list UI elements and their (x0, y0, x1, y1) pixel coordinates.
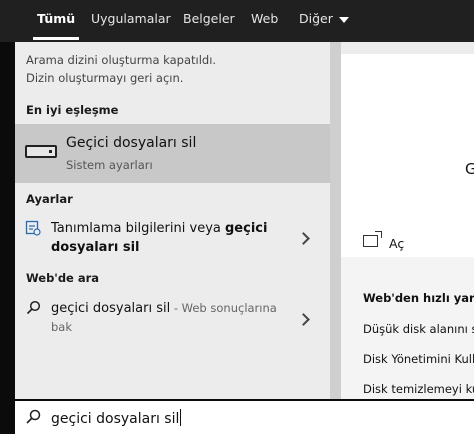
best-match-title: Geçici dosyaları sil (66, 135, 197, 151)
index-reenable-link[interactable]: Dizin oluşturmayı geri açın. (26, 71, 183, 85)
web-search-suffix-2: bak (51, 320, 73, 334)
tab-more[interactable]: Diğer (299, 0, 349, 40)
search-icon (26, 300, 41, 315)
quick-help-link[interactable]: Düşük disk alanını sal (363, 322, 474, 336)
search-box[interactable]: geçici dosyaları sil (15, 399, 474, 434)
tab-more-label: Diğer (299, 11, 333, 26)
settings-sync-icon (25, 220, 41, 236)
text-cursor (180, 409, 182, 426)
quick-help-header: Web'den hızlı yardım (363, 291, 474, 305)
quick-help-link[interactable]: Disk Yönetimini Kulla (363, 352, 474, 366)
tab-web[interactable]: Web (251, 0, 278, 40)
drive-icon (25, 145, 57, 158)
results-panel: Arama dizini oluşturma kapatıldı. Dizin … (15, 42, 330, 399)
web-search-text: geçici dosyaları sil - Web sonuçlarına b… (51, 299, 291, 337)
search-icon (26, 409, 41, 424)
best-match-subtitle: Sistem ayarları (66, 158, 153, 172)
open-icon (363, 231, 382, 247)
web-search-query: geçici dosyaları sil (51, 301, 171, 316)
search-scope-tabs: Tümü Uygulamalar Belgeler Web Diğer (0, 0, 474, 42)
search-input[interactable]: geçici dosyaları sil (51, 409, 182, 427)
tab-all[interactable]: Tümü (32, 0, 80, 40)
preview-panel: G Aç Web'den hızlı yardım Düşük disk ala… (341, 42, 474, 399)
chevron-right-icon[interactable] (297, 313, 310, 326)
quick-help-link[interactable]: Disk temizlemeyi kull (363, 382, 474, 396)
preview-card: G (341, 54, 474, 257)
settings-result-prefix: Tanımlama bilgilerini veya (51, 221, 225, 236)
chevron-right-icon[interactable] (297, 232, 310, 245)
chevron-down-icon (338, 16, 349, 23)
preview-title-fragment: G (465, 160, 474, 178)
web-search-header: Web'de ara (26, 271, 100, 285)
tab-apps[interactable]: Uygulamalar (91, 0, 171, 40)
best-match-header: En iyi eşleşme (26, 103, 119, 117)
settings-header: Ayarlar (26, 192, 73, 206)
web-search-suffix: - Web sonuçlarına (170, 301, 277, 315)
desktop-edge (0, 42, 15, 432)
settings-result-text: Tanımlama bilgilerini veya geçici dosyal… (51, 219, 291, 257)
index-off-notice: Arama dizini oluşturma kapatıldı. (26, 53, 217, 67)
settings-result-highlight: geçici (224, 221, 268, 236)
open-label: Aç (389, 236, 405, 251)
panel-divider (330, 42, 341, 399)
settings-result-highlight-2: dosyaları sil (51, 240, 140, 255)
search-input-value: geçici dosyaları sil (51, 411, 180, 427)
tab-documents[interactable]: Belgeler (183, 0, 235, 40)
best-match-item[interactable]: Geçici dosyaları sil Sistem ayarları (15, 124, 330, 183)
